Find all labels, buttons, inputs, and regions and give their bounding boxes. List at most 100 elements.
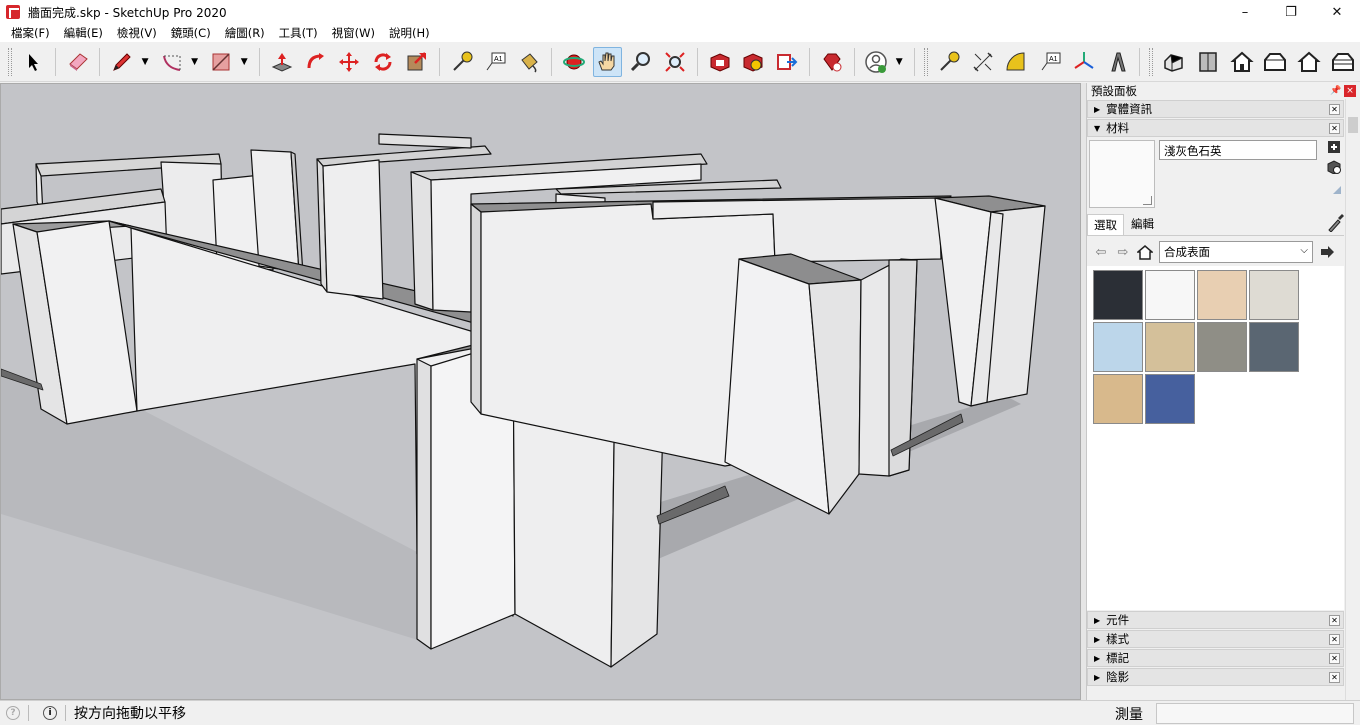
close-tray-icon[interactable]: ✕ bbox=[1329, 672, 1340, 683]
tab-edit[interactable]: 編輯 bbox=[1124, 213, 1161, 235]
scrollbar-thumb[interactable] bbox=[1348, 117, 1358, 133]
arc-dropdown-icon[interactable]: ▼ bbox=[189, 47, 201, 77]
geo-location-icon[interactable]: ? bbox=[6, 706, 20, 720]
material-swatch[interactable] bbox=[1093, 374, 1143, 424]
home-icon[interactable] bbox=[1137, 244, 1153, 260]
left-view-button[interactable] bbox=[1328, 47, 1358, 77]
3d-warehouse-button[interactable] bbox=[705, 47, 735, 77]
material-swatch[interactable] bbox=[1093, 322, 1143, 372]
push-pull-tool-button[interactable] bbox=[267, 47, 297, 77]
menu-file[interactable]: 檔案(F) bbox=[8, 25, 53, 41]
tray-scrollbar[interactable] bbox=[1345, 99, 1360, 700]
wall-face bbox=[410, 171, 434, 311]
account-button[interactable] bbox=[862, 47, 892, 77]
follow-me-tool-button[interactable] bbox=[301, 47, 331, 77]
display-secondary-icon[interactable] bbox=[1327, 140, 1341, 154]
close-tray-icon[interactable]: ✕ bbox=[1329, 104, 1340, 115]
menu-edit[interactable]: 編輯(E) bbox=[61, 25, 106, 41]
extension-warehouse-button[interactable] bbox=[738, 47, 768, 77]
scale-tool-button[interactable] bbox=[402, 47, 432, 77]
close-tray-icon[interactable]: ✕ bbox=[1329, 615, 1340, 626]
eraser-tool-button[interactable] bbox=[63, 47, 93, 77]
minimize-button[interactable]: – bbox=[1222, 0, 1268, 24]
text-tool-button[interactable]: A1 bbox=[480, 47, 510, 77]
iso-view-button[interactable] bbox=[1159, 47, 1189, 77]
current-material-swatch[interactable] bbox=[1089, 140, 1155, 208]
create-material-icon[interactable] bbox=[1327, 160, 1341, 174]
components-header[interactable]: ▶ 元件 ✕ bbox=[1087, 611, 1344, 629]
menu-window[interactable]: 視窗(W) bbox=[329, 25, 378, 41]
details-arrow-icon[interactable] bbox=[1319, 244, 1335, 260]
pencil-tool-button[interactable] bbox=[107, 47, 137, 77]
materials-header[interactable]: ▼ 材料 ✕ bbox=[1087, 119, 1344, 137]
wall-face bbox=[322, 159, 384, 300]
back-view-button[interactable] bbox=[1294, 47, 1324, 77]
tray-close-icon[interactable]: × bbox=[1344, 85, 1356, 97]
pan-tool-button[interactable] bbox=[592, 47, 623, 77]
close-tray-icon[interactable]: ✕ bbox=[1329, 653, 1340, 664]
entity-info-header[interactable]: ▶ 實體資訊 ✕ bbox=[1087, 100, 1344, 118]
toolbar-grip-2[interactable] bbox=[924, 48, 929, 76]
account-dropdown-icon[interactable]: ▼ bbox=[893, 47, 905, 77]
arc-tool-button[interactable] bbox=[157, 47, 187, 77]
dimension-lines-button[interactable] bbox=[968, 47, 998, 77]
select-tool-button[interactable] bbox=[18, 47, 48, 77]
close-tray-icon[interactable]: ✕ bbox=[1329, 634, 1340, 645]
rotate-tool-button[interactable] bbox=[368, 47, 398, 77]
dropdown-chevron-icon: ⌵ bbox=[1300, 245, 1308, 256]
pin-icon[interactable]: 📌 bbox=[1330, 85, 1342, 97]
close-button[interactable]: ✕ bbox=[1314, 0, 1360, 24]
tab-select[interactable]: 選取 bbox=[1087, 214, 1124, 235]
menu-view[interactable]: 檢視(V) bbox=[114, 25, 160, 41]
material-swatch[interactable] bbox=[1249, 270, 1299, 320]
collection-dropdown[interactable]: 合成表面 ⌵ bbox=[1159, 241, 1313, 263]
material-swatch[interactable] bbox=[1197, 322, 1247, 372]
label-tool-button[interactable]: A1 bbox=[1035, 47, 1065, 77]
material-swatch[interactable] bbox=[1093, 270, 1143, 320]
zoom-extents-tool-button[interactable] bbox=[660, 47, 690, 77]
orbit-tool-button[interactable] bbox=[559, 47, 589, 77]
tags-header[interactable]: ▶ 標記 ✕ bbox=[1087, 649, 1344, 667]
rectangle-tool-button[interactable] bbox=[207, 47, 237, 77]
restore-button[interactable]: ❐ bbox=[1268, 0, 1314, 24]
menu-camera[interactable]: 鏡頭(C) bbox=[168, 25, 214, 41]
zoom-tool-button[interactable] bbox=[626, 47, 656, 77]
protractor-tool-button[interactable] bbox=[1002, 47, 1032, 77]
shadows-header[interactable]: ▶ 陰影 ✕ bbox=[1087, 668, 1344, 686]
material-swatch[interactable] bbox=[1145, 374, 1195, 424]
menu-draw[interactable]: 繪圖(R) bbox=[222, 25, 268, 41]
3d-text-tool-button[interactable] bbox=[1103, 47, 1133, 77]
info-icon[interactable]: i bbox=[43, 706, 57, 720]
collapse-triangle-icon: ▼ bbox=[1094, 123, 1101, 133]
toolbar-grip[interactable] bbox=[8, 48, 12, 76]
pencil-dropdown-icon[interactable]: ▼ bbox=[139, 47, 151, 77]
extension-manager-button[interactable] bbox=[817, 47, 847, 77]
model-viewport[interactable] bbox=[0, 83, 1081, 700]
rectangle-dropdown-icon[interactable]: ▼ bbox=[238, 47, 250, 77]
toolbar-grip-3[interactable] bbox=[1149, 48, 1154, 76]
back-arrow-icon[interactable]: ⇦ bbox=[1093, 244, 1109, 260]
eyedropper-icon[interactable] bbox=[1326, 212, 1344, 232]
paint-bucket-tool-button[interactable] bbox=[514, 47, 544, 77]
material-swatch[interactable] bbox=[1249, 322, 1299, 372]
material-name-field[interactable]: 淺灰色石英 bbox=[1159, 140, 1317, 160]
extension-warehouse-icon bbox=[743, 53, 763, 72]
default-material-icon[interactable] bbox=[1327, 180, 1341, 194]
close-tray-icon[interactable]: ✕ bbox=[1329, 123, 1340, 134]
menu-help[interactable]: 說明(H) bbox=[386, 25, 433, 41]
dimension-tool-button[interactable] bbox=[934, 47, 964, 77]
forward-arrow-icon[interactable]: ⇨ bbox=[1115, 244, 1131, 260]
measurements-input[interactable] bbox=[1156, 703, 1354, 724]
move-tool-button[interactable] bbox=[335, 47, 365, 77]
right-view-button[interactable] bbox=[1261, 47, 1291, 77]
top-view-button[interactable] bbox=[1193, 47, 1223, 77]
menu-tools[interactable]: 工具(T) bbox=[276, 25, 321, 41]
material-swatch[interactable] bbox=[1145, 322, 1195, 372]
axes-tool-button[interactable] bbox=[1069, 47, 1099, 77]
front-view-button[interactable] bbox=[1227, 47, 1257, 77]
tape-measure-tool-button[interactable] bbox=[447, 47, 477, 77]
styles-header[interactable]: ▶ 樣式 ✕ bbox=[1087, 630, 1344, 648]
send-to-layout-button[interactable] bbox=[772, 47, 802, 77]
material-swatch[interactable] bbox=[1145, 270, 1195, 320]
material-swatch[interactable] bbox=[1197, 270, 1247, 320]
